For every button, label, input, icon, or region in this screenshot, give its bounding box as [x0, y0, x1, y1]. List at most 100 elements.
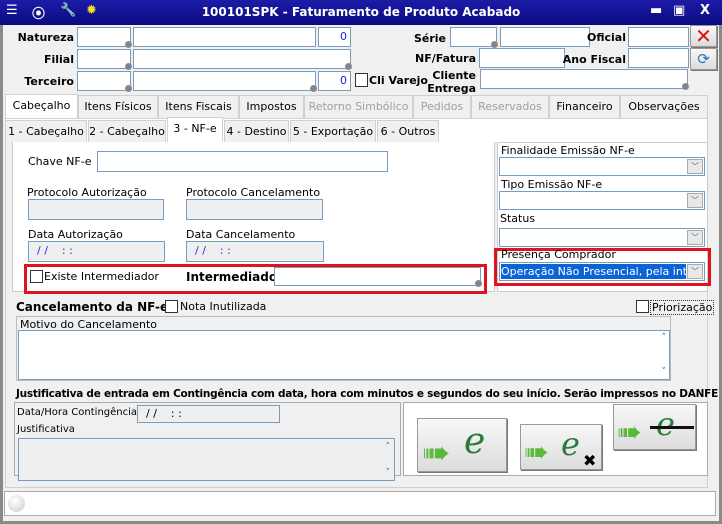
subtab-5-exportacao[interactable]: 5 - Exportação [290, 120, 376, 143]
close-button[interactable]: X [700, 3, 710, 18]
status-indicator-icon [8, 495, 25, 512]
transmit-nfe-button[interactable]: ➠ e [417, 418, 507, 472]
status-bar [4, 491, 716, 516]
existe-intermediador-checkbox[interactable] [30, 270, 43, 283]
maximize-button[interactable]: ▣ [673, 3, 685, 18]
green-arrow-icon: ➠ [617, 415, 643, 450]
oficial-input[interactable] [628, 27, 689, 47]
serie-input[interactable] [450, 27, 498, 48]
justificativa-textarea[interactable]: ˄ ˅ [18, 438, 395, 481]
cli-varejo-label: Cli Varejo [369, 74, 428, 87]
nfe-logo-icon: e [464, 421, 486, 462]
nota-inutilizada-label: Nota Inutilizada [180, 300, 267, 313]
minimize-button[interactable]: ▬ [650, 3, 662, 18]
scroll-up-icon[interactable]: ˄ [662, 333, 667, 343]
cliente-entrega-label: Cliente Entrega [427, 69, 476, 95]
motivo-textarea[interactable]: ˄ ˅ [18, 330, 670, 380]
strike-line-icon [650, 426, 694, 429]
chevron-down-icon: ﹀ [687, 193, 703, 208]
title-bar: ☰ ⦿ 🔧 ✹ 100101SPK - Faturamento de Produ… [0, 0, 722, 25]
window-title: 100101SPK - Faturamento de Produto Acaba… [201, 5, 521, 19]
natureza-desc-input[interactable] [133, 27, 316, 47]
tab-cabecalho[interactable]: Cabeçalho [5, 94, 78, 119]
inutilize-nfe-button[interactable]: ➠ e [613, 404, 696, 450]
natureza-label: Natureza [17, 31, 74, 44]
data-hora-contingencia-label: Data/Hora Contingência [17, 407, 138, 418]
refresh-icon[interactable]: ⟳ [690, 48, 717, 70]
presenca-comprador-label: Presença Comprador [501, 248, 616, 261]
cancel-x-icon[interactable]: ✕ [690, 25, 717, 47]
nfe-logo-icon: e [561, 425, 580, 463]
scroll-down-icon[interactable]: ˅ [662, 367, 667, 377]
status-select[interactable]: ﹀ [499, 228, 705, 247]
subtab-3-nfe[interactable]: 3 - NF-e [167, 117, 223, 143]
data-cancelamento-label: Data Cancelamento [186, 228, 296, 241]
status-label: Status [500, 212, 536, 225]
cancel-nfe-button[interactable]: ➠ e ✖ [520, 424, 602, 470]
x-mark-icon: ✖ [583, 451, 597, 470]
tab-impostos[interactable]: Impostos [239, 95, 304, 118]
protocolo-cancelamento-label: Protocolo Cancelamento [186, 186, 321, 199]
protocolo-cancelamento-input[interactable] [186, 199, 323, 220]
cli-varejo-checkbox[interactable] [355, 73, 368, 87]
filial-desc-input[interactable] [133, 49, 352, 70]
green-arrow-icon: ➠ [422, 433, 451, 472]
presenca-selected-value: Operação Não Presencial, pela internet [501, 264, 686, 279]
justificativa-label: Justificativa [17, 424, 75, 435]
subtab-2-cabecalho[interactable]: 2 - Cabeçalho [88, 120, 166, 143]
natureza-number[interactable]: 0 [318, 27, 351, 47]
finalidade-select[interactable]: ﹀ [499, 157, 705, 176]
data-hora-contingencia-input[interactable]: / / : : [137, 405, 280, 423]
protocolo-autorizacao-label: Protocolo Autorização [27, 186, 147, 199]
serie-desc-input[interactable] [500, 27, 590, 47]
subtab-1-cabecalho[interactable]: 1 - Cabeçalho [5, 120, 87, 143]
tab-observacoes[interactable]: Observações [620, 95, 708, 118]
cliente-entrega-input[interactable] [480, 69, 689, 90]
serie-label: Série [413, 32, 446, 45]
tipo-emissao-select[interactable]: ﹀ [499, 191, 705, 210]
terceiro-label: Terceiro [24, 75, 74, 88]
ano-fiscal-input[interactable] [628, 48, 689, 68]
tab-itens-fisicos[interactable]: Itens Físicos [78, 95, 158, 118]
subtab-4-destino[interactable]: 4 - Destino [224, 120, 289, 143]
chevron-down-icon: ﹀ [687, 264, 703, 279]
tab-financeiro[interactable]: Financeiro [549, 95, 620, 118]
nf-fatura-input[interactable] [479, 48, 565, 68]
priorizacao-checkbox[interactable] [636, 300, 649, 313]
existe-intermediador-label: Existe Intermediador [44, 270, 159, 283]
finalidade-label: Finalidade Emissão NF-e [501, 144, 635, 157]
cancelamento-title: Cancelamento da NF-e [16, 300, 169, 314]
contingencia-title: Justificativa de entrada em Contingência… [16, 388, 718, 400]
nota-inutilizada-checkbox[interactable] [165, 300, 178, 313]
chave-nfe-input[interactable] [97, 151, 388, 172]
nfe-logo-icon: e [656, 405, 675, 443]
scroll-down-icon[interactable]: ˅ [386, 468, 391, 478]
tab-itens-fiscais[interactable]: Itens Fiscais [158, 95, 239, 118]
tab-retorno-simbolico: Retorno Simbólico [304, 95, 413, 118]
chevron-down-icon: ﹀ [687, 159, 703, 174]
presenca-comprador-select[interactable]: Operação Não Presencial, pela internet﹀ [499, 262, 705, 281]
data-autorizacao-label: Data Autorização [28, 228, 123, 241]
chave-nfe-label: Chave NF-e [28, 155, 92, 168]
protocolo-autorizacao-input[interactable] [28, 199, 164, 220]
data-autorizacao-input[interactable]: / / : : [28, 241, 165, 262]
natureza-code-input[interactable] [77, 27, 132, 48]
scroll-up-icon[interactable]: ˄ [386, 442, 391, 452]
tab-pedidos: Pedidos [413, 95, 471, 118]
tipo-emissao-label: Tipo Emissão NF-e [501, 178, 603, 191]
tab-reservados: Reservados [471, 95, 549, 118]
chevron-down-icon: ﹀ [687, 230, 703, 245]
oficial-label: Oficial [587, 31, 626, 44]
terceiro-desc-input[interactable] [133, 71, 317, 92]
subtab-6-outros[interactable]: 6 - Outros [377, 120, 439, 143]
intermediador-input[interactable] [274, 267, 482, 287]
nf-fatura-label: NF/Fatura [415, 52, 476, 65]
green-arrow-icon: ➠ [524, 435, 550, 470]
filial-code-input[interactable] [77, 49, 132, 70]
intermediador-label: Intermediador [186, 270, 283, 284]
data-cancelamento-input[interactable]: / / : : [186, 241, 324, 262]
ano-fiscal-label: Ano Fiscal [562, 53, 626, 66]
filial-label: Filial [43, 53, 74, 66]
terceiro-code-input[interactable] [77, 71, 132, 92]
terceiro-number[interactable]: 0 [318, 71, 351, 91]
